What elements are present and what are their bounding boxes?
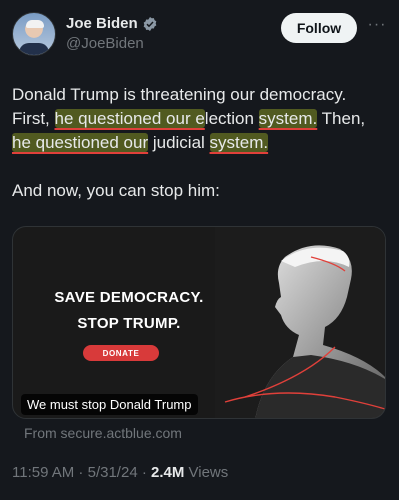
handle[interactable]: @JoeBiden: [66, 35, 144, 52]
meta-separator: ·: [137, 464, 151, 481]
follow-button[interactable]: Follow: [281, 13, 357, 43]
donate-button[interactable]: DONATE: [83, 345, 159, 361]
verified-badge-icon: [143, 16, 157, 31]
highlighted-phrase: he questioned our e: [54, 109, 205, 128]
tweet-text-segment: judicial: [148, 133, 210, 152]
avatar-suit: [19, 43, 49, 55]
highlighted-phrase: system.: [258, 109, 318, 128]
views-label: Views: [184, 464, 229, 481]
portrait-image: [215, 227, 385, 418]
tweet-date[interactable]: 5/31/24: [88, 464, 138, 481]
card-source-link[interactable]: From secure.actblue.com: [24, 425, 182, 441]
tweet-text-segment: Then,: [317, 109, 366, 128]
ad-headline: SAVE DEMOCRACY. STOP TRUMP.: [41, 285, 217, 337]
highlighted-phrase: system.: [209, 133, 269, 152]
views-count: 2.4M: [151, 464, 185, 481]
tweet-time[interactable]: 11:59 AM: [12, 464, 74, 481]
tweet-header: Joe Biden @JoeBiden Follow ···: [12, 12, 387, 60]
highlighted-phrase: he questioned our: [12, 133, 149, 152]
tweet-text-line: And now, you can stop him:: [12, 181, 220, 200]
ad-headline-line: SAVE DEMOCRACY.: [54, 289, 204, 306]
tweet-text-segment: lection: [204, 109, 259, 128]
ad-headline-line: STOP TRUMP.: [77, 315, 181, 332]
media-caption: We must stop Donald Trump: [21, 394, 198, 415]
media-card[interactable]: SAVE DEMOCRACY. STOP TRUMP. DONATE We mu…: [12, 226, 386, 419]
name-row[interactable]: Joe Biden: [66, 15, 158, 32]
tweet-meta: 11:59 AM · 5/31/24 · 2.4M Views: [12, 464, 228, 481]
tweet-text: Donald Trump is threatening our democrac…: [12, 83, 384, 155]
more-horizontal-icon[interactable]: ···: [367, 17, 387, 38]
avatar-hair: [26, 20, 44, 28]
meta-separator: ·: [74, 464, 88, 481]
display-name[interactable]: Joe Biden: [66, 15, 138, 32]
avatar[interactable]: [12, 12, 56, 56]
